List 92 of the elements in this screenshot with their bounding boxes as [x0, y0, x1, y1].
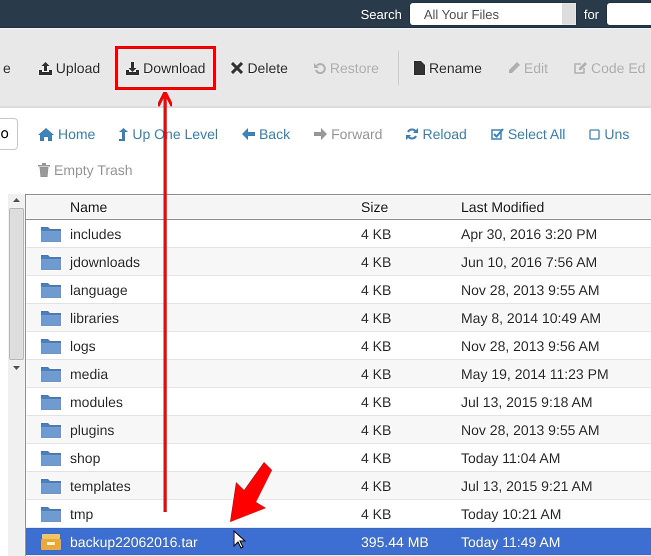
file-row[interactable]: media 4 KB May 19, 2014 11:23 PM — [26, 360, 651, 388]
last-modified: Today 11:49 AM — [461, 534, 562, 550]
file-name: logs — [70, 338, 96, 354]
folder-icon — [41, 254, 61, 270]
search-field[interactable] — [607, 3, 651, 25]
folder-icon — [41, 338, 61, 354]
folder-icon — [41, 282, 61, 298]
document-icon — [414, 61, 425, 75]
toolbar-button[interactable]: Rename — [402, 46, 493, 90]
nav-link[interactable]: Back — [242, 126, 290, 142]
reload-icon — [406, 128, 418, 140]
scroll-down-icon[interactable] — [13, 366, 20, 370]
nav-link[interactable]: Reload — [406, 126, 467, 142]
left-arrow-icon — [242, 128, 255, 140]
nav-link[interactable]: Select All — [490, 126, 566, 142]
last-modified: Jul 13, 2015 9:18 AM — [461, 394, 594, 410]
file-row[interactable]: libraries 4 KB May 8, 2014 10:49 AM — [26, 304, 651, 332]
file-name: templates — [70, 478, 131, 494]
file-size: 4 KB — [361, 422, 392, 438]
column-header[interactable]: Size — [361, 199, 461, 215]
toolbar-button[interactable]: Download — [115, 46, 216, 90]
last-modified: Jun 10, 2016 7:56 AM — [461, 254, 598, 270]
annotation-arrow — [228, 462, 274, 522]
file-name: includes — [70, 226, 122, 242]
folder-icon — [41, 394, 61, 410]
folder-icon — [41, 226, 61, 242]
file-size: 4 KB — [361, 310, 392, 326]
file-name: jdownloads — [70, 254, 140, 270]
folder-icon — [41, 450, 61, 466]
scrollbar[interactable] — [8, 194, 25, 556]
home-icon — [38, 128, 54, 140]
file-size: 4 KB — [361, 366, 392, 382]
last-modified: Apr 30, 2016 3:20 PM — [461, 226, 598, 242]
last-modified: May 8, 2014 10:49 AM — [461, 310, 602, 326]
file-size: 4 KB — [361, 394, 392, 410]
file-name: shop — [70, 450, 100, 466]
undo-icon — [314, 62, 326, 74]
nav-link[interactable]: Uns — [589, 126, 630, 142]
file-name: libraries — [70, 310, 120, 326]
file-name: language — [70, 282, 128, 298]
file-size: 4 KB — [361, 478, 392, 494]
file-size: 4 KB — [361, 226, 392, 242]
last-modified: Jul 13, 2015 9:21 AM — [461, 478, 594, 494]
toolbar-button[interactable]: e — [0, 46, 22, 90]
toolbar-button[interactable]: Upload — [28, 46, 112, 90]
file-size: 4 KB — [361, 338, 392, 354]
folder-icon — [41, 422, 61, 438]
file-row[interactable]: backup22062016.tar 395.44 MB Today 11:49 AM — [26, 528, 651, 556]
last-modified: Nov 28, 2013 9:55 AM — [461, 422, 601, 438]
file-name: tmp — [70, 506, 94, 522]
archive-box-icon — [41, 534, 61, 550]
last-modified: May 19, 2014 11:23 PM — [461, 366, 610, 382]
right-arrow-icon — [314, 128, 328, 140]
close-icon — [231, 62, 244, 74]
trash-icon — [38, 163, 50, 177]
folder-icon — [41, 506, 61, 522]
folder-icon — [41, 366, 61, 382]
last-modified: Nov 28, 2013 9:56 AM — [461, 338, 601, 354]
pencil-icon — [508, 62, 520, 74]
file-row[interactable]: templates 4 KB Jul 13, 2015 9:21 AM — [26, 472, 651, 500]
tray-arrow-icon — [38, 62, 52, 74]
folder-icon — [41, 478, 61, 494]
column-header[interactable]: Name — [70, 199, 361, 215]
file-size: 4 KB — [361, 282, 392, 298]
file-name: media — [70, 366, 108, 382]
last-modified: Today 11:04 AM — [461, 450, 562, 466]
file-row[interactable]: jdownloads 4 KB Jun 10, 2016 7:56 AM — [26, 248, 651, 276]
last-modified: Nov 28, 2013 9:55 AM — [461, 282, 601, 298]
file-name: backup22062016.tar — [70, 534, 198, 550]
nav-link[interactable]: Home — [38, 126, 96, 142]
scroll-up-icon[interactable] — [13, 198, 20, 202]
search-label: Search — [360, 6, 402, 22]
toolbar-button[interactable]: Delete — [220, 46, 299, 90]
mouse-pointer-icon — [233, 530, 246, 549]
column-header[interactable]: Last Modified — [461, 199, 651, 215]
file-name: modules — [70, 394, 123, 410]
level-up-icon — [119, 128, 128, 140]
file-name: plugins — [70, 422, 114, 438]
file-row[interactable]: plugins 4 KB Nov 28, 2013 9:55 AM — [26, 416, 651, 444]
last-modified: Today 10:21 AM — [461, 506, 562, 522]
folder-icon — [41, 310, 61, 326]
tray-arrow-icon — [126, 62, 140, 74]
scope-select[interactable]: All Your Files — [410, 3, 576, 25]
file-size: 4 KB — [361, 450, 392, 466]
for-label: for — [584, 6, 599, 22]
checkbox-icon — [589, 128, 600, 140]
go-button[interactable]: o — [0, 118, 18, 150]
file-size: 4 KB — [361, 254, 392, 270]
file-size: 395.44 MB — [361, 534, 430, 550]
edit-square-icon — [574, 62, 587, 74]
file-size: 4 KB — [361, 506, 392, 522]
checkbox-icon — [490, 128, 504, 140]
